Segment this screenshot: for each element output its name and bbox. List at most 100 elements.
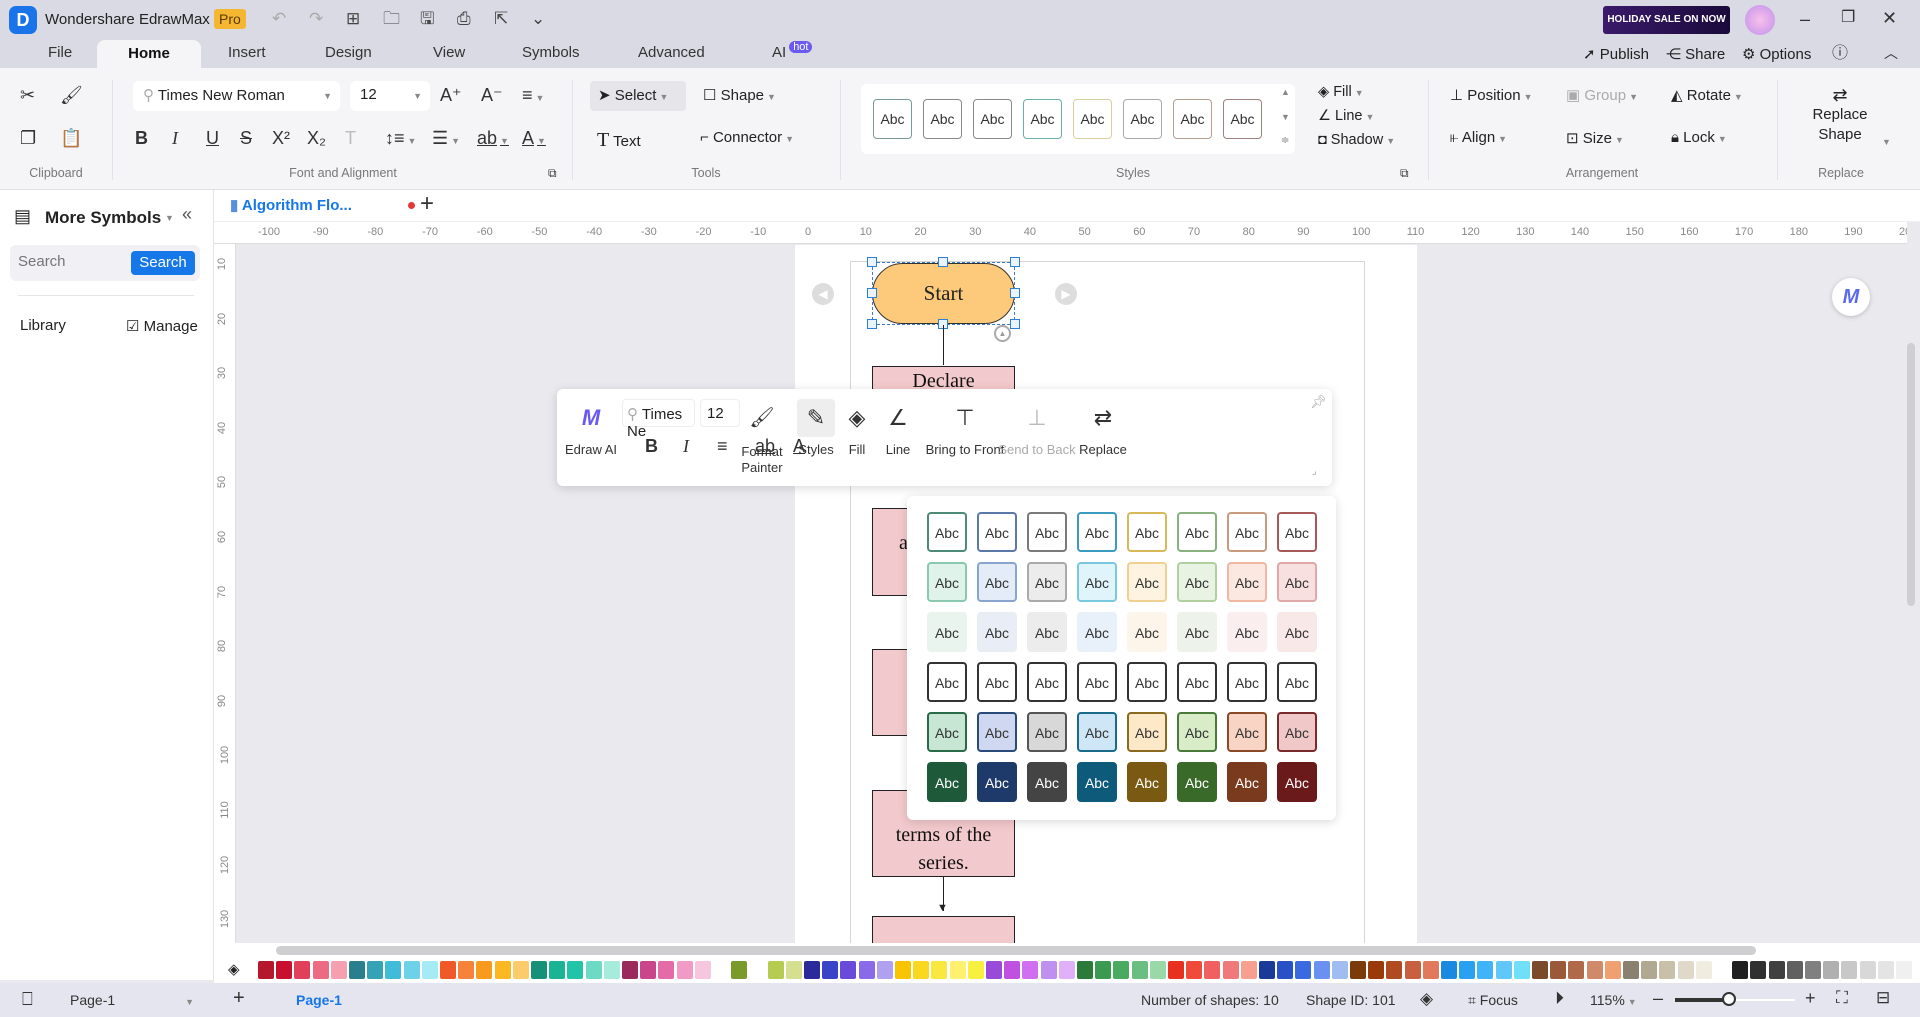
color-swatch[interactable]	[840, 961, 857, 979]
menu-tab-symbols[interactable]: Symbols	[522, 44, 580, 61]
color-swatch[interactable]	[440, 961, 456, 979]
rotate-handle-icon[interactable]: ▲	[994, 325, 1011, 342]
style-option[interactable]: Abc	[1277, 662, 1317, 702]
lock-button[interactable]: 🔒︎ Lock ▼	[1671, 129, 1727, 146]
color-swatch[interactable]	[1095, 961, 1112, 979]
line-spacing-icon[interactable]: ↕≡ ▼	[385, 129, 416, 147]
shape-button[interactable]: ☐ Shape ▼	[703, 86, 776, 104]
color-swatch[interactable]	[1131, 961, 1148, 979]
color-swatch[interactable]	[1532, 961, 1548, 979]
style-option[interactable]: Abc	[1027, 662, 1067, 702]
style-option[interactable]: Abc	[1127, 712, 1167, 752]
color-swatch[interactable]	[367, 961, 384, 979]
zoom-slider-handle[interactable]	[1722, 992, 1736, 1006]
color-swatch[interactable]	[1240, 961, 1257, 979]
select-button[interactable]: ➤ Select ▼	[590, 81, 686, 111]
color-swatch[interactable]	[1350, 961, 1366, 979]
color-swatch[interactable]	[1040, 961, 1057, 979]
color-swatch[interactable]	[1386, 961, 1403, 979]
style-option[interactable]: Abc	[1177, 712, 1217, 752]
subscript-icon[interactable]: X₂	[307, 129, 326, 147]
color-swatch[interactable]	[531, 961, 547, 979]
float-font-select[interactable]: ⚲ Times Ne	[622, 399, 695, 440]
style-option[interactable]: Abc	[977, 662, 1017, 702]
color-swatch[interactable]	[1768, 961, 1785, 979]
add-page-button[interactable]: +	[233, 987, 245, 1010]
bring-to-front-icon[interactable]: ⊤	[955, 405, 974, 431]
color-swatch[interactable]	[1550, 961, 1567, 979]
style-option[interactable]: Abc	[1227, 612, 1267, 652]
position-button[interactable]: ⊥ Position ▼	[1450, 86, 1533, 104]
style-option[interactable]: Abc	[1077, 562, 1117, 602]
color-swatch[interactable]	[1204, 961, 1221, 979]
style-option[interactable]: Abc	[927, 562, 967, 602]
highlight-icon[interactable]: ab ▼	[477, 129, 509, 147]
fit-width-icon[interactable]: ⊟	[1876, 988, 1890, 1008]
style-option[interactable]: Abc	[1077, 662, 1117, 702]
fullscreen-icon[interactable]: ⛶	[1836, 988, 1848, 1008]
avatar[interactable]	[1745, 5, 1775, 35]
style-option[interactable]: Abc	[1127, 612, 1167, 652]
color-swatch[interactable]	[1222, 961, 1239, 979]
color-swatch[interactable]	[294, 961, 311, 979]
color-swatch[interactable]	[276, 961, 293, 979]
resize-handle[interactable]	[867, 288, 877, 298]
style-option[interactable]: Abc	[1227, 562, 1267, 602]
zoom-slider[interactable]	[1675, 992, 1795, 1006]
color-swatch[interactable]	[1732, 961, 1749, 979]
send-to-back-button[interactable]: Send to Back	[998, 442, 1075, 457]
more-icon[interactable]: ⌄	[531, 10, 545, 27]
color-swatch[interactable]	[1641, 961, 1658, 979]
fill-bucket-icon[interactable]: ◈	[228, 960, 240, 978]
text-button[interactable]: T Text	[597, 129, 641, 152]
color-swatch[interactable]	[1459, 961, 1476, 979]
color-swatch[interactable]	[1004, 961, 1021, 979]
color-swatch[interactable]	[731, 961, 748, 979]
style-gallery-item[interactable]: Abc	[1173, 99, 1212, 139]
style-option[interactable]: Abc	[927, 612, 967, 652]
color-swatch[interactable]	[494, 961, 511, 979]
color-swatch[interactable]	[1623, 961, 1639, 979]
style-option[interactable]: Abc	[1227, 662, 1267, 702]
vertical-scrollbar[interactable]	[1907, 343, 1915, 606]
resize-handle[interactable]	[867, 319, 877, 329]
color-swatch[interactable]	[1168, 961, 1184, 979]
font-color-icon[interactable]: A ▼	[522, 129, 546, 147]
color-swatch[interactable]	[822, 961, 839, 979]
color-swatch[interactable]	[1331, 961, 1348, 979]
color-swatch[interactable]	[385, 961, 402, 979]
menu-tab-advanced[interactable]: Advanced	[638, 44, 705, 61]
color-swatch[interactable]	[1277, 961, 1294, 979]
italic-icon[interactable]: I	[172, 129, 178, 147]
connector-line[interactable]	[943, 325, 944, 365]
menu-tab-ai[interactable]: AI hot	[772, 41, 813, 61]
style-gallery-item[interactable]: Abc	[973, 99, 1012, 139]
fill-button[interactable]: ◈ Fill ▼	[1318, 84, 1364, 100]
edraw-ai-button[interactable]: Edraw AI	[565, 442, 617, 457]
zoom-in-button[interactable]: +	[1805, 988, 1816, 1009]
color-swatch[interactable]	[1477, 961, 1494, 979]
color-swatch[interactable]	[567, 961, 584, 979]
color-swatch[interactable]	[1786, 961, 1803, 979]
document-tab[interactable]: ▮ Algorithm Flo...	[230, 196, 428, 220]
menu-tab-file[interactable]: File	[48, 44, 72, 61]
color-swatch[interactable]	[1313, 961, 1330, 979]
resize-handle[interactable]	[1010, 288, 1020, 298]
color-swatch[interactable]	[1495, 961, 1512, 979]
gallery-down-icon[interactable]: ▼	[1281, 113, 1290, 122]
style-option[interactable]: Abc	[1027, 762, 1067, 802]
color-swatch[interactable]	[1805, 961, 1821, 979]
color-swatch[interactable]	[476, 961, 493, 979]
edraw-ai-float-icon[interactable]: M	[1832, 278, 1870, 316]
color-swatch[interactable]	[876, 961, 893, 979]
bold-icon[interactable]: B	[135, 129, 148, 147]
style-option[interactable]: Abc	[927, 712, 967, 752]
style-option[interactable]: Abc	[1177, 512, 1217, 552]
styles-button[interactable]: Styles	[798, 442, 833, 457]
next-shape-icon[interactable]: ▶	[1055, 283, 1077, 305]
color-swatch[interactable]	[421, 961, 438, 979]
fill-icon[interactable]: ◈	[849, 405, 866, 431]
style-option[interactable]: Abc	[1277, 762, 1317, 802]
style-option[interactable]: Abc	[1027, 562, 1067, 602]
style-option[interactable]: Abc	[1277, 512, 1317, 552]
